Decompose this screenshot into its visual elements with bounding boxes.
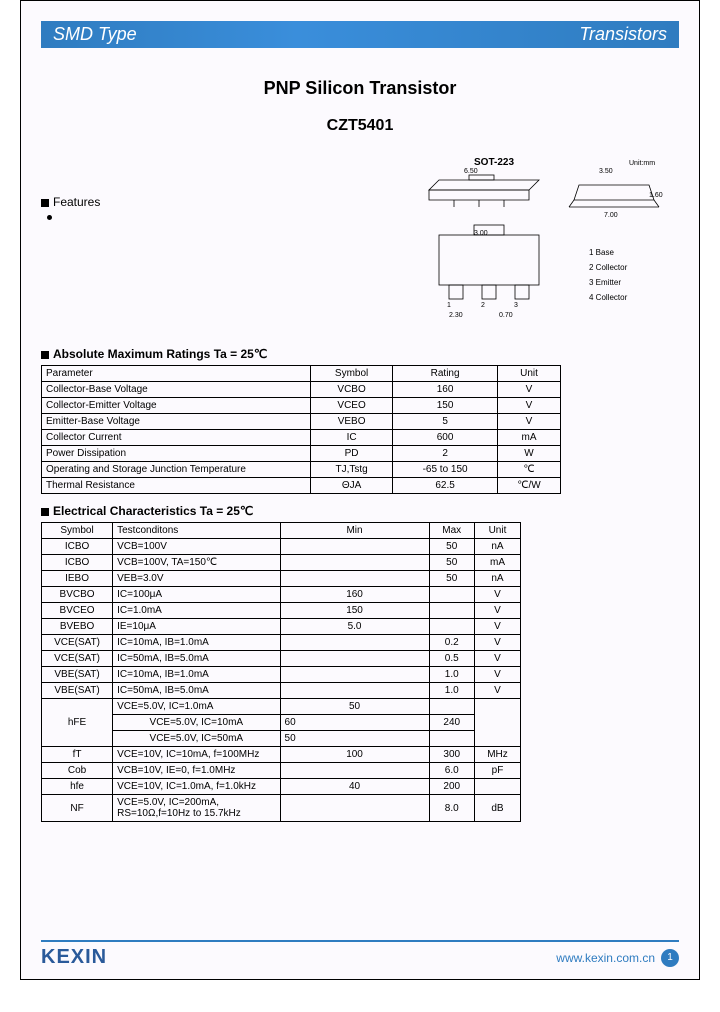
- svg-text:Unit:mm: Unit:mm: [629, 160, 655, 167]
- ec-heading: Electrical Characteristics Ta = 25℃: [41, 504, 679, 518]
- table-row: Power DissipationPD2W: [42, 446, 561, 462]
- square-bullet-icon: [41, 199, 49, 207]
- svg-text:2: 2: [481, 302, 485, 309]
- svg-text:2 Collector: 2 Collector: [589, 263, 628, 272]
- banner-left: SMD Type: [53, 24, 137, 45]
- table-header-row: Parameter Symbol Rating Unit: [42, 366, 561, 382]
- page-footer: KEXIN www.kexin.com.cn 1: [41, 940, 679, 969]
- table-row: Thermal ResistanceΘJA62.5℃/W: [42, 478, 561, 494]
- banner-right: Transistors: [579, 24, 667, 45]
- svg-text:6.50: 6.50: [464, 168, 478, 175]
- table-row: Emitter-Base VoltageVEBO5V: [42, 414, 561, 430]
- table-row: hfeVCE=10V, IC=1.0mA, f=1.0kHz40200: [42, 779, 521, 795]
- square-bullet-icon: [41, 351, 49, 359]
- table-row: ICBOVCB=100V50nA: [42, 539, 521, 555]
- table-row: CobVCB=10V, IE=0, f=1.0MHz6.0pF: [42, 763, 521, 779]
- svg-text:1.60: 1.60: [649, 192, 663, 199]
- table-row: ICBOVCB=100V, TA=150℃50mA: [42, 555, 521, 571]
- svg-text:4 Collector: 4 Collector: [589, 293, 628, 302]
- svg-text:0.70: 0.70: [499, 312, 513, 319]
- table-row: VCE=5.0V, IC=50mA50: [42, 731, 521, 747]
- dot-bullet-icon: [47, 215, 52, 220]
- svg-text:2.30: 2.30: [449, 312, 463, 319]
- page-number: 1: [661, 949, 679, 967]
- table-row: hFEVCE=5.0V, IC=1.0mA50: [42, 699, 521, 715]
- part-number: CZT5401: [41, 117, 679, 135]
- footer-url: www.kexin.com.cn: [556, 951, 655, 965]
- table-row: Collector CurrentIC600mA: [42, 430, 561, 446]
- svg-text:1: 1: [447, 302, 451, 309]
- features-heading: Features: [53, 195, 100, 209]
- svg-text:SOT-223: SOT-223: [474, 157, 514, 168]
- brand-logo: KEXIN: [41, 946, 107, 969]
- table-row: VCE(SAT)IC=50mA, IB=5.0mA0.5V: [42, 651, 521, 667]
- table-row: VBE(SAT)IC=50mA, IB=5.0mA1.0V: [42, 683, 521, 699]
- table-row: IEBOVEB=3.0V50nA: [42, 571, 521, 587]
- ec-table: Symbol Testconditons Min Max Unit ICBOVC…: [41, 522, 521, 822]
- table-row: VCE(SAT)IC=10mA, IB=1.0mA0.2V: [42, 635, 521, 651]
- table-row: fTVCE=10V, IC=10mA, f=100MHz100300MHz: [42, 747, 521, 763]
- table-row: BVCBOIC=100μA160V: [42, 587, 521, 603]
- package-drawing: SOT-223 Unit:mm 6.50 3.50 1.60: [399, 155, 679, 327]
- amr-heading: Absolute Maximum Ratings Ta = 25℃: [41, 347, 679, 361]
- datasheet-page: SMD Type Transistors PNP Silicon Transis…: [20, 0, 700, 980]
- square-bullet-icon: [41, 508, 49, 516]
- amr-table: Parameter Symbol Rating Unit Collector-B…: [41, 365, 561, 494]
- top-section: Features SOT-223 Unit:mm 6.50: [41, 155, 679, 327]
- sot223-outline-icon: SOT-223 Unit:mm 6.50 3.50 1.60: [399, 155, 679, 325]
- table-row: BVEBOIE=10μA5.0V: [42, 619, 521, 635]
- svg-text:3: 3: [514, 302, 518, 309]
- table-row: Collector-Emitter VoltageVCEO150V: [42, 398, 561, 414]
- table-header-row: Symbol Testconditons Min Max Unit: [42, 523, 521, 539]
- svg-text:3.50: 3.50: [599, 168, 613, 175]
- table-row: VBE(SAT)IC=10mA, IB=1.0mA1.0V: [42, 667, 521, 683]
- table-row: Collector-Base VoltageVCBO160V: [42, 382, 561, 398]
- svg-text:7.00: 7.00: [604, 212, 618, 219]
- svg-text:1 Base: 1 Base: [589, 248, 614, 257]
- svg-text:3.00: 3.00: [474, 230, 488, 237]
- svg-text:3 Emitter: 3 Emitter: [589, 278, 621, 287]
- table-row: NFVCE=5.0V, IC=200mA, RS=10Ω,f=10Hz to 1…: [42, 795, 521, 822]
- table-row: Operating and Storage Junction Temperatu…: [42, 462, 561, 478]
- table-row: BVCEOIC=1.0mA150V: [42, 603, 521, 619]
- header-banner: SMD Type Transistors: [41, 21, 679, 48]
- doc-title: PNP Silicon Transistor: [41, 78, 679, 99]
- features-block: Features: [41, 155, 100, 327]
- table-row: VCE=5.0V, IC=10mA60240: [42, 715, 521, 731]
